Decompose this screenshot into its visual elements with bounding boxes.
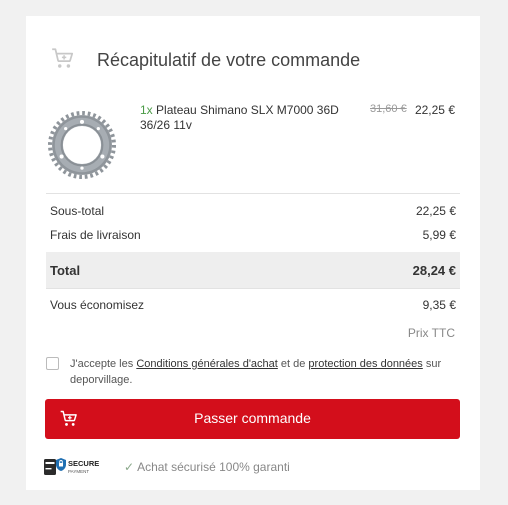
secure-payment-label: Achat sécurisé 100% garanti [137, 460, 290, 474]
total-label: Total [50, 263, 81, 278]
chainring-image[interactable] [48, 111, 116, 179]
product-quantity: 1x [140, 103, 153, 117]
secure-badge-line2: PAYMENT [68, 469, 89, 474]
terms-checkbox[interactable] [46, 357, 59, 370]
total-value: 28,24 € [412, 263, 456, 278]
terms-link[interactable]: Conditions générales d'achat [136, 358, 278, 370]
subtotal-row: Sous-total 22,25 € [46, 199, 460, 223]
shopping-cart-icon [52, 48, 74, 68]
product-title[interactable]: Plateau Shimano SLX M7000 36D 36/26 11v [140, 103, 339, 132]
shipping-label: Frais de livraison [50, 228, 141, 242]
consent-middle: et de [277, 358, 309, 370]
shipping-value: 5,99 € [422, 228, 456, 242]
total-row: Total 28,24 € [46, 252, 460, 288]
subtotal-label: Sous-total [50, 204, 105, 218]
product-name[interactable]: 1x Plateau Shimano SLX M7000 36D 36/26 1… [140, 103, 350, 133]
check-icon: ✓ [124, 460, 135, 474]
secure-payment-text: ✓ Achat sécurisé 100% garanti [124, 460, 290, 474]
savings-value: 9,35 € [422, 298, 456, 312]
product-price: 22,25 € [414, 103, 455, 117]
shipping-row: Frais de livraison 5,99 € [46, 223, 460, 247]
secure-badge-line1: SECURE [68, 459, 99, 468]
place-order-label: Passer commande [194, 410, 311, 426]
product-old-price: 31,60 € [370, 103, 407, 115]
place-order-button[interactable]: Passer commande [45, 399, 460, 439]
secure-payment-info: SECURE PAYMENT ✓ Achat sécurisé 100% gara… [44, 456, 464, 478]
product-line: 1x Plateau Shimano SLX M7000 36D 36/26 1… [26, 101, 480, 193]
terms-consent-text: J'accepte les Conditions générales d'ach… [70, 356, 460, 388]
page-title: Récapitulatif de votre commande [97, 50, 361, 70]
order-summary-card: Récapitulatif de votre commande 1x Plate… [26, 16, 480, 490]
subtotal-value: 22,25 € [415, 204, 456, 218]
divider [46, 193, 460, 194]
privacy-link[interactable]: protection des données [308, 358, 422, 370]
secure-payment-badge: SECURE PAYMENT [44, 458, 99, 475]
consent-prefix: J'accepte les [70, 358, 137, 370]
order-summary-header: Récapitulatif de votre commande [26, 44, 480, 78]
savings-row: Vous économisez 9,35 € [46, 293, 460, 317]
savings-label: Vous économisez [50, 298, 145, 312]
divider [46, 288, 460, 289]
tax-note: Prix TTC [407, 326, 455, 340]
